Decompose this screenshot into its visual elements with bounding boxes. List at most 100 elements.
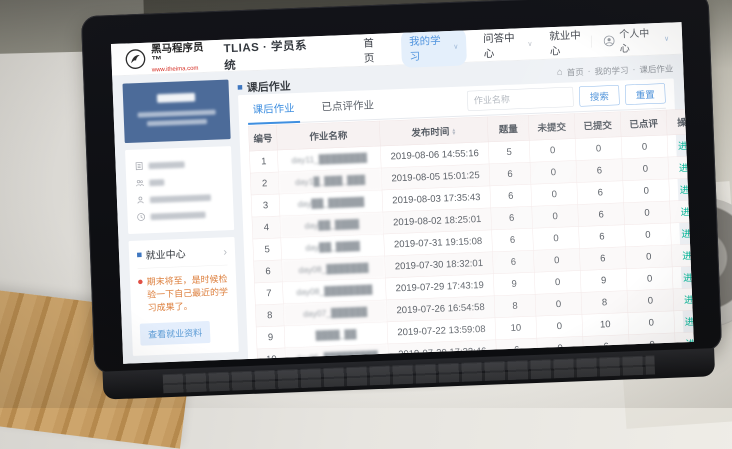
enter-link[interactable]: 进入 [685,317,694,328]
menu-label: 首页 [363,34,385,65]
cell-reviewed: 0 [625,223,672,247]
enter-link[interactable]: 进入 [680,185,694,196]
menu-label: 就业中心 [549,26,592,58]
employment-center-card: 就业中心 › 期末将至，是时候检验一下自己最近的学习成果了。 查看就业资料 [129,237,239,356]
employment-notice: 期末将至，是时候检验一下自己最近的学习成果了。 [138,265,230,316]
col-header-not-submitted: 未提交 [528,114,575,141]
cell-reviewed: 0 [627,289,674,313]
breadcrumb-home[interactable]: 首页 [566,65,583,78]
info-value-blurred [149,161,185,169]
page-title-text: 课后作业 [246,77,291,95]
cell-no: 3 [251,194,280,217]
enter-link[interactable]: 进入 [679,163,694,174]
menu-item-employment-center[interactable]: 就业中心 [549,26,592,58]
search-box: 搜索 重置 [467,83,666,111]
cell-no: 5 [253,238,282,261]
student-name-blurred [157,93,195,103]
cell-not-submitted: 0 [533,226,580,250]
blue-square-icon [238,85,243,90]
cell-reviewed: 0 [626,267,673,291]
cell-reviewed: 0 [624,201,671,225]
homework-panel: 课后作业 已点评作业 搜索 重置 [238,78,685,363]
chevron-down-icon: ∨ [664,34,669,43]
cell-submitted: 9 [580,269,627,293]
view-employment-info-button[interactable]: 查看就业资料 [140,321,211,346]
cell-not-submitted: 0 [536,314,583,338]
cell-question-count: 6 [489,162,531,186]
laptop-screen: 黑马程序员™ www.itheima.com TLIAS · 学员系统 首页 我… [111,22,694,364]
chevron-right-icon[interactable]: › [223,245,227,258]
enter-link[interactable]: 进入 [684,295,694,306]
homework-table: 编号 作业名称 发布时间▲▼ 题量 未提交 已提交 已点评 [248,108,694,364]
student-profile-card [122,80,230,144]
system-title: TLIAS · 学员系统 [223,35,319,73]
tlias-app-window: 黑马程序员™ www.itheima.com TLIAS · 学员系统 首页 我… [111,22,694,364]
id-card-icon [136,195,145,204]
menu-item-qa-center[interactable]: 问答中心 ∨ [483,29,533,61]
cell-no: 1 [249,150,278,173]
cell-submitted: 6 [579,247,626,271]
col-header-total: 题量 [487,115,529,142]
cell-question-count: 9 [493,272,535,296]
enter-link[interactable]: 进入 [682,251,694,262]
itheima-logo[interactable]: 黑马程序员™ www.itheima.com [124,41,214,73]
logo-text: 黑马程序员™ www.itheima.com [151,41,215,72]
info-value-blurred [150,194,211,203]
employment-notice-text: 期末将至，是时候检验一下自己最近的学习成果了。 [146,272,229,314]
breadcrumb-separator: · [587,66,590,76]
cell-question-count: 10 [495,316,537,340]
cell-reviewed: 0 [625,245,672,269]
cell-not-submitted: 0 [532,205,579,229]
breadcrumb-separator: · [632,64,635,74]
cell-submitted: 6 [579,225,626,249]
logo-subtitle: www.itheima.com [152,63,215,72]
reset-button[interactable]: 重置 [625,83,666,105]
user-avatar-icon [603,35,614,46]
menu-item-home[interactable]: 首页 [363,34,385,65]
enter-link[interactable]: 进入 [678,141,694,152]
info-row-enroll-time [136,205,225,225]
cell-reviewed: 0 [622,157,669,181]
info-value-blurred [150,211,205,220]
search-button[interactable]: 搜索 [579,85,620,107]
tab-reviewed-homework[interactable]: 已点评作业 [316,90,380,121]
class-info-blurred [138,110,216,118]
building-icon [134,161,143,170]
cell-question-count: 5 [488,140,530,164]
col-header-action: 操作 [666,109,694,136]
enter-link[interactable]: 进入 [680,207,693,218]
cell-submitted: 0 [575,137,622,161]
chevron-down-icon: ∨ [527,39,532,48]
cell-not-submitted: 0 [531,183,578,207]
breadcrumb-my-learning[interactable]: 我的学习 [594,63,628,77]
users-icon [135,178,144,187]
info-value-blurred [149,179,164,186]
tab-homework[interactable]: 课后作业 [247,93,300,124]
class-info-blurred [147,119,207,126]
menu-item-my-learning[interactable]: 我的学习 ∨ [401,27,468,67]
cell-question-count: 8 [494,294,536,318]
laptop: 黑马程序员™ www.itheima.com TLIAS · 学员系统 首页 我… [81,0,723,400]
cell-question-count: 6 [490,184,532,208]
sort-icon[interactable]: ▲▼ [451,128,456,135]
cell-submitted: 6 [576,159,623,183]
breadcrumb: ⌂ 首页 · 我的学习 · 课后作业 [557,61,674,78]
homework-name-input[interactable] [467,87,574,111]
content-area: 就业中心 › 期末将至，是时候检验一下自己最近的学习成果了。 查看就业资料 [112,54,694,364]
cell-no: 4 [252,216,281,239]
cell-not-submitted: 0 [530,161,577,185]
table-body: 1 day11_████████ 2019-08-06 14:55:16 5 0… [249,133,693,363]
sidebar: 就业中心 › 期末将至，是时候检验一下自己最近的学习成果了。 查看就业资料 [122,80,238,356]
cell-submitted: 6 [578,203,625,227]
enter-link[interactable]: 进入 [683,273,694,284]
enter-link[interactable]: 进入 [681,229,694,240]
cell-not-submitted: 0 [534,270,581,294]
cell-reviewed: 0 [628,311,675,335]
tab-label: 已点评作业 [321,97,374,114]
cell-submitted: 6 [577,181,624,205]
divider [591,35,592,47]
user-menu[interactable]: 个人中心 ∨ [591,24,670,56]
cell-no: 10 [257,348,286,364]
employment-card-title: 就业中心 [145,246,186,262]
cell-question-count: 6 [492,228,534,252]
